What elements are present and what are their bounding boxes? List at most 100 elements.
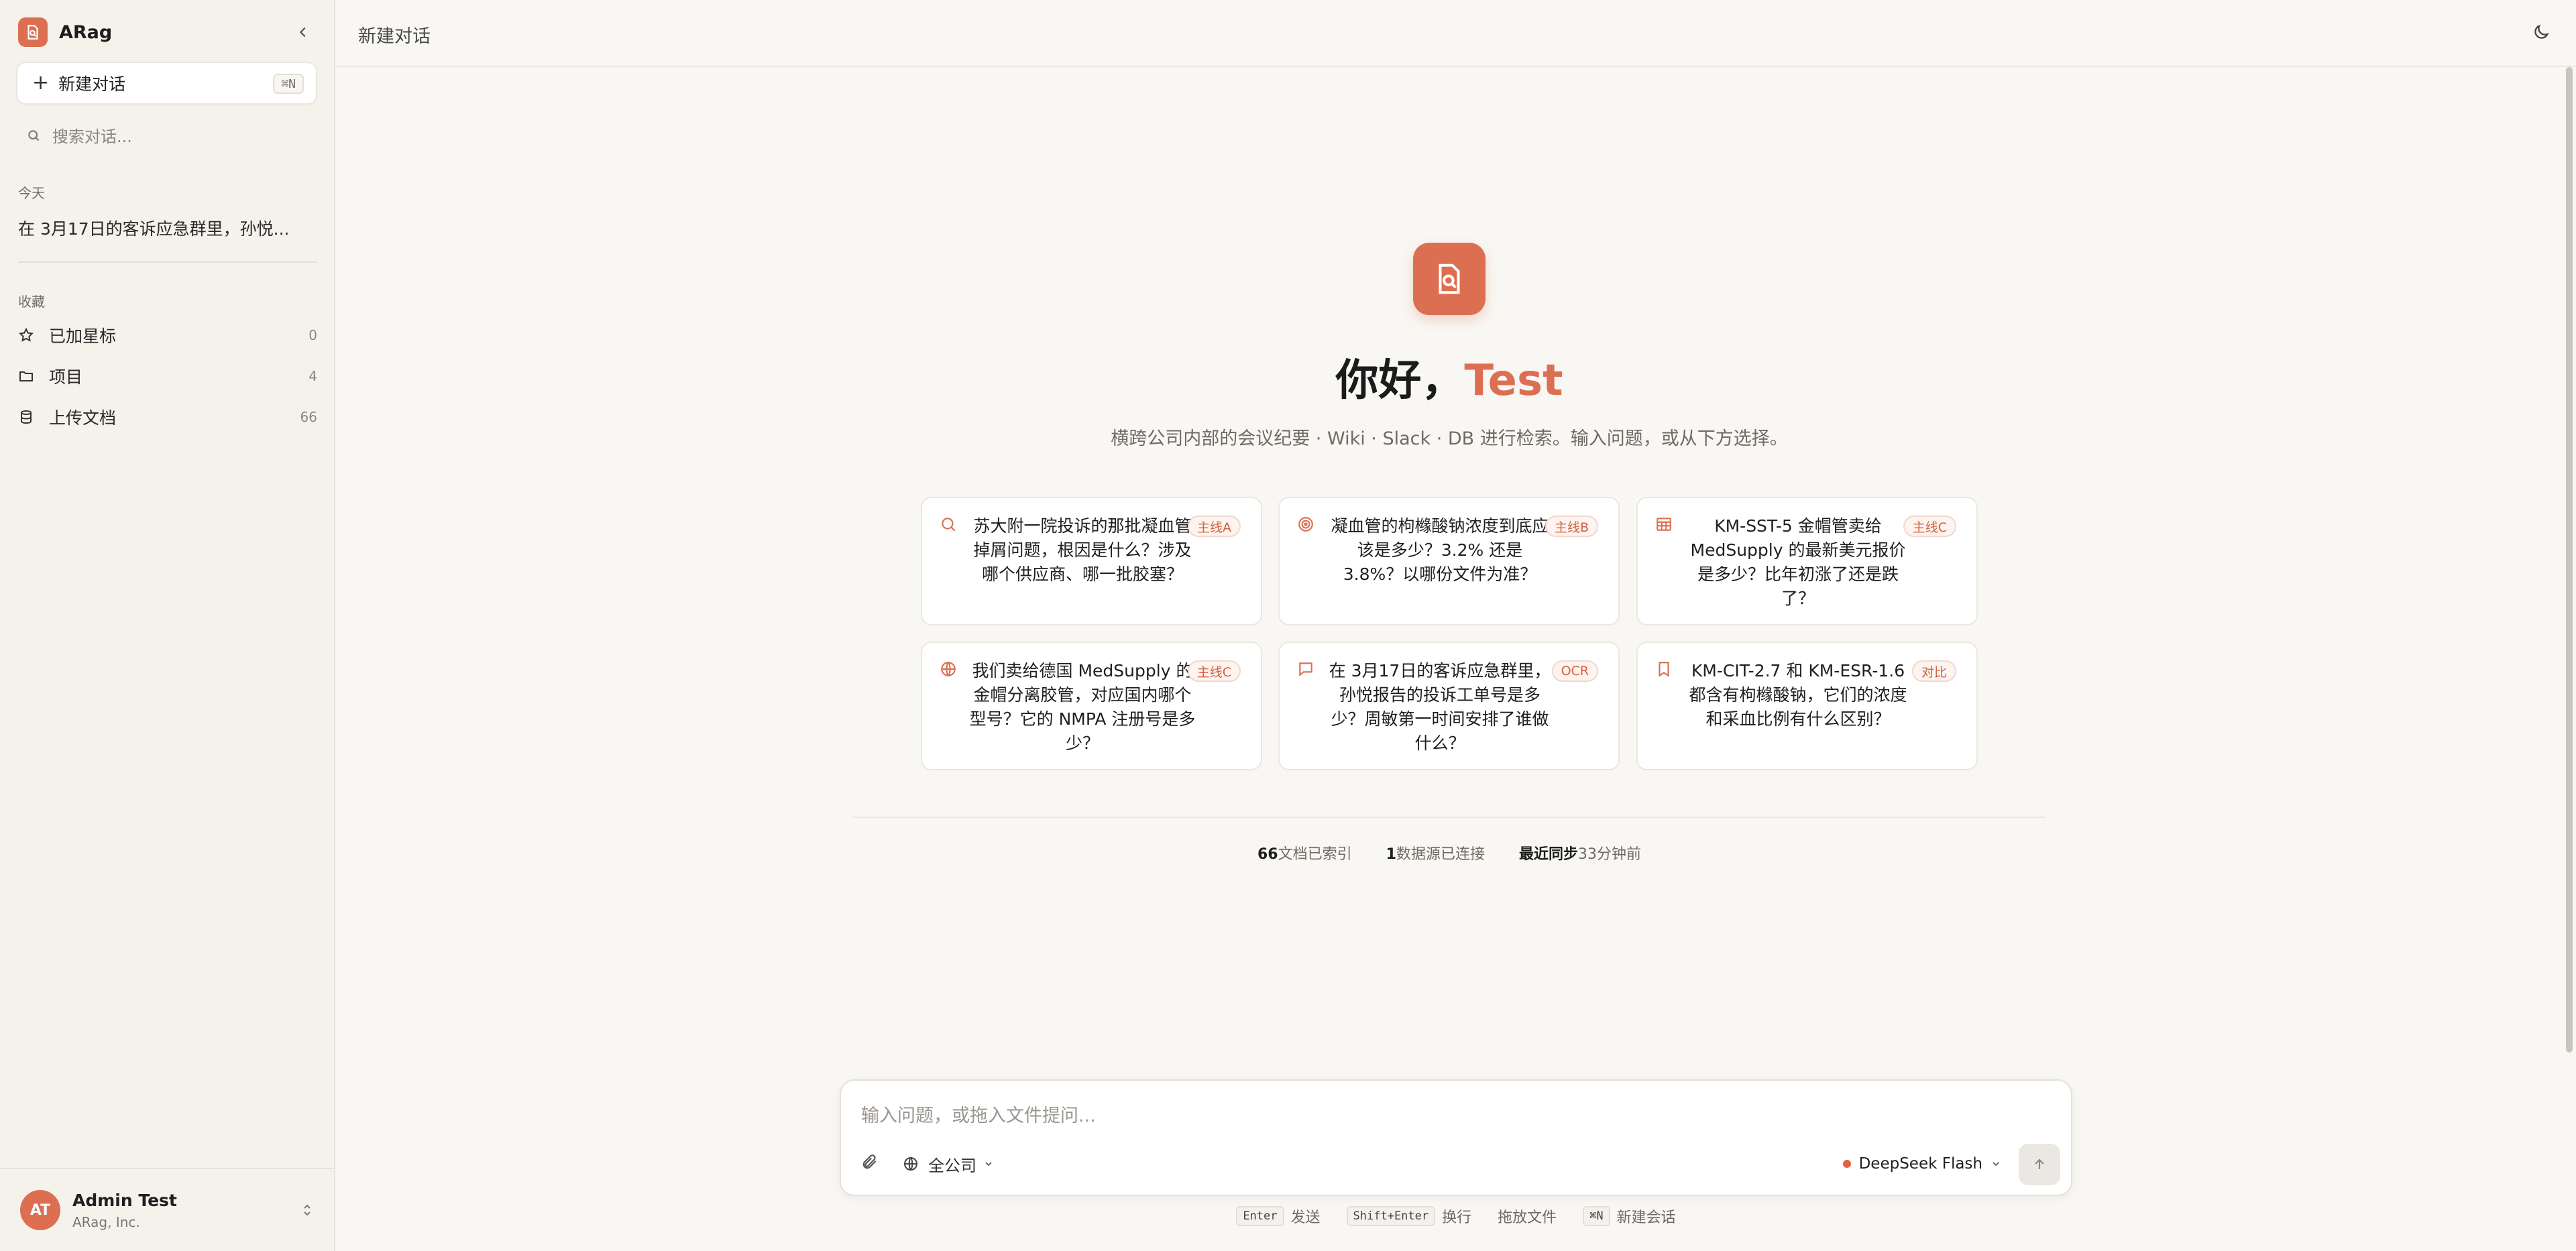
theme-toggle-button[interactable]: [2532, 23, 2551, 44]
page-title: 新建对话: [358, 26, 431, 47]
star-icon: [19, 327, 34, 342]
table-icon: [1657, 518, 1671, 531]
target-icon: [1298, 517, 1313, 532]
stat-label: 33分钟前: [1577, 846, 1641, 863]
chevron-updown-icon: [304, 1204, 311, 1216]
model-status-dot: [1842, 1160, 1851, 1168]
search-icon: [942, 518, 956, 532]
suggestion-text: KM-CIT-2.7 和 KM-ESR-1.6 都含有枸橼酸钠，它们的浓度和采血…: [1689, 661, 1907, 729]
suggestion-text: KM-SST-5 金帽管卖给 MedSupply 的最新美元报价是多少？比年初涨…: [1690, 516, 1906, 608]
avatar: AT: [20, 1190, 60, 1230]
hint-key: Shift+Enter: [1346, 1206, 1436, 1226]
moon-icon: [2534, 24, 2549, 39]
hint-key: Enter: [1236, 1206, 1284, 1226]
suggestion-tag: OCR: [1551, 660, 1598, 682]
new-chat-label: 新建对话: [58, 74, 126, 94]
section-favorites: 收藏: [18, 294, 45, 310]
new-chat-button[interactable]: + 新建对话 ⌘N: [16, 62, 317, 105]
favorite-label: 项目: [49, 367, 83, 387]
collapse-sidebar-button[interactable]: [292, 21, 314, 43]
suggestion-text: 凝血管的枸橼酸钠浓度到底应该是多少？3.2% 还是 3.8%？以哪份文件为准？: [1331, 516, 1549, 584]
hint-key: ⌘N: [1583, 1206, 1610, 1226]
suggestion-card[interactable]: 苏大附一院投诉的那批凝血管掉屑问题，根因是什么？涉及哪个供应商、哪一批胶塞？ 主…: [921, 497, 1262, 626]
hint-text: 拖放文件: [1498, 1209, 1557, 1226]
conversation-item[interactable]: 在 3月17日的客诉应急群里，孙悦...: [18, 216, 290, 240]
attach-button[interactable]: [861, 1153, 879, 1173]
hint-text: 发送: [1290, 1209, 1321, 1226]
stat-value: 66: [1257, 846, 1278, 863]
bookmark-icon: [1659, 662, 1669, 677]
chat-composer: 输入问题，或拖入文件提问... 全公司 DeepSeek Flash: [840, 1079, 2072, 1196]
stat-sources: 1数据源已连接: [1386, 846, 1485, 863]
suggestion-text: 我们卖给德国 MedSupply 的金帽分离胶管，对应国内哪个型号？它的 NMP…: [969, 661, 1196, 753]
stat-label: 数据源已连接: [1396, 846, 1485, 863]
brand[interactable]: ARag: [18, 17, 112, 47]
plus-icon: +: [32, 71, 50, 95]
model-selector[interactable]: DeepSeek Flash: [1842, 1150, 2001, 1177]
section-today: 今天: [18, 185, 45, 201]
favorite-label: 已加星标: [49, 326, 117, 346]
chat-input[interactable]: 输入问题，或拖入文件提问...: [861, 1101, 1096, 1127]
stat-value: 最近同步: [1518, 846, 1578, 863]
app-name: ARag: [59, 21, 113, 43]
favorite-item-starred[interactable]: 已加星标 0: [18, 322, 317, 349]
user-name: Admin Test: [72, 1190, 177, 1210]
user-menu[interactable]: AT Admin Test ARag, Inc.: [0, 1168, 335, 1251]
stat-sync: 最近同步33分钟前: [1519, 846, 1641, 863]
stat-label: 文档已索引: [1278, 846, 1352, 863]
favorite-count: 0: [309, 327, 317, 343]
suggestion-text: 苏大附一院投诉的那批凝血管掉屑问题，根因是什么？涉及哪个供应商、哪一批胶塞？: [973, 516, 1192, 584]
chevron-down-icon: [1993, 1162, 1999, 1167]
new-chat-shortcut: ⌘N: [273, 74, 304, 94]
paperclip-icon: [862, 1154, 877, 1169]
favorite-item-projects[interactable]: 项目 4: [18, 363, 317, 390]
suggestion-card[interactable]: 凝血管的枸橼酸钠浓度到底应该是多少？3.2% 还是 3.8%？以哪份文件为准？ …: [1278, 497, 1620, 626]
search-placeholder: 搜索对话...: [52, 127, 132, 146]
model-label: DeepSeek Flash: [1858, 1155, 1982, 1173]
divider: [853, 817, 2046, 818]
folder-icon: [19, 371, 33, 381]
scope-selector[interactable]: 全公司: [903, 1150, 994, 1177]
message-icon: [1299, 662, 1312, 676]
favorite-count: 66: [300, 409, 317, 425]
arrow-up-icon: [2035, 1158, 2044, 1169]
favorite-count: 4: [309, 368, 317, 384]
index-stats: 66文档已索引 1数据源已连接 最近同步33分钟前: [1006, 842, 1893, 863]
send-button[interactable]: [2019, 1144, 2060, 1185]
user-org: ARag, Inc.: [72, 1213, 140, 1230]
chevron-left-icon: [299, 27, 306, 38]
suggestion-tag: 主线C: [1187, 660, 1241, 682]
divider: [18, 261, 317, 263]
suggestion-card[interactable]: 在 3月17日的客诉应急群里，孙悦报告的投诉工单号是多少？周敏第一时间安排了谁做…: [1278, 642, 1620, 770]
search-icon: [28, 129, 40, 141]
suggestion-tag: 主线B: [1545, 516, 1598, 537]
keyboard-hints: Enter 发送 Shift+Enter 换行 拖放文件 ⌘N 新建会话: [840, 1205, 2072, 1227]
stat-value: 1: [1386, 846, 1396, 863]
topbar: 新建对话: [337, 0, 2576, 67]
hero-logo-icon: [1413, 243, 1486, 315]
globe-icon: [941, 662, 956, 676]
favorite-label: 上传文档: [49, 408, 117, 428]
suggestion-card[interactable]: KM-SST-5 金帽管卖给 MedSupply 的最新美元报价是多少？比年初涨…: [1636, 497, 1978, 626]
suggestion-text: 在 3月17日的客诉应急群里，孙悦报告的投诉工单号是多少？周敏第一时间安排了谁做…: [1329, 661, 1551, 753]
chevron-down-icon: [985, 1162, 992, 1167]
conversation-search[interactable]: 搜索对话...: [27, 123, 132, 147]
suggestion-card[interactable]: KM-CIT-2.7 和 KM-ESR-1.6 都含有枸橼酸钠，它们的浓度和采血…: [1636, 642, 1978, 770]
scrollbar[interactable]: [2566, 67, 2573, 1053]
suggestion-tag: 主线C: [1903, 516, 1956, 537]
favorite-item-uploads[interactable]: 上传文档 66: [18, 404, 317, 430]
app-logo-icon: [18, 17, 48, 47]
hint-text: 新建会话: [1616, 1209, 1676, 1226]
suggestion-tag: 对比: [1911, 660, 1956, 682]
hint-text: 换行: [1442, 1209, 1472, 1226]
greeting-text: 你好，: [1335, 356, 1465, 406]
stat-documents: 66文档已索引: [1257, 846, 1352, 863]
suggestion-card[interactable]: 我们卖给德国 MedSupply 的金帽分离胶管，对应国内哪个型号？它的 NMP…: [921, 642, 1262, 770]
scope-label: 全公司: [928, 1156, 976, 1175]
greeting: 你好，Test: [1006, 346, 1893, 408]
database-icon: [21, 410, 32, 424]
greeting-user-name: Test: [1464, 356, 1563, 406]
hero-subtitle: 横跨公司内部的会议纪要 · Wiki · Slack · DB 进行检索。输入问…: [1111, 428, 1788, 449]
sidebar: ARag + 新建对话 ⌘N 搜索对话... 今天 在 3月17日的客诉应急群里…: [0, 0, 335, 1251]
globe-icon: [904, 1157, 917, 1171]
